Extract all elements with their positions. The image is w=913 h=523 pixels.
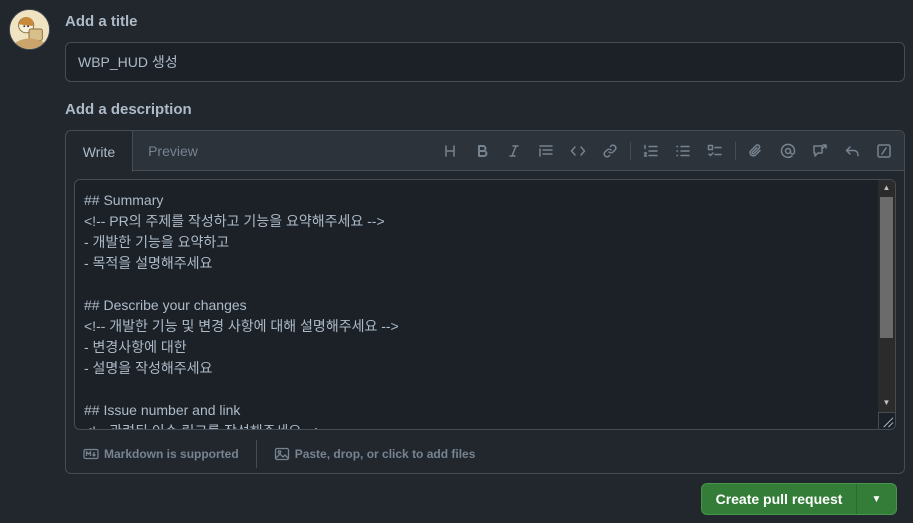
description-textarea[interactable]: ## Summary <!-- PR의 주제를 작성하고 기능을 요약해주세요 … <box>75 180 879 429</box>
italic-icon[interactable] <box>498 135 530 167</box>
quote-icon[interactable] <box>530 135 562 167</box>
editor-header: Write Preview <box>66 131 904 172</box>
editor-footer: Markdown is supported Paste, drop, or cl… <box>66 435 904 473</box>
markdown-icon <box>83 448 99 460</box>
title-label: Add a title <box>65 13 138 30</box>
scroll-thumb[interactable] <box>880 197 893 338</box>
tab-preview[interactable]: Preview <box>133 131 213 171</box>
toolbar-divider <box>735 142 736 160</box>
description-textarea-wrapper: ## Summary <!-- PR의 주제를 작성하고 기능을 요약해주세요 … <box>74 179 896 430</box>
textarea-scrollbar[interactable]: ▲ ▼ <box>878 180 895 429</box>
markdown-supported-link[interactable]: Markdown is supported <box>66 446 256 462</box>
link-icon[interactable] <box>594 135 626 167</box>
toolbar-divider <box>630 142 631 160</box>
resize-handle-icon[interactable] <box>878 412 895 429</box>
scroll-down-arrow-icon[interactable]: ▼ <box>878 395 895 410</box>
create-pull-request-button-group: Create pull request ▼ <box>701 483 897 515</box>
create-pull-request-button[interactable]: Create pull request <box>702 484 856 514</box>
markdown-toolbar <box>434 131 900 171</box>
code-icon[interactable] <box>562 135 594 167</box>
attach-files-button[interactable]: Paste, drop, or click to add files <box>257 446 493 462</box>
task-list-icon[interactable] <box>699 135 731 167</box>
image-icon <box>274 447 289 461</box>
attach-icon[interactable] <box>740 135 772 167</box>
description-label: Add a description <box>65 101 192 118</box>
mention-icon[interactable] <box>772 135 804 167</box>
numbered-list-icon[interactable] <box>635 135 667 167</box>
avatar-illustration-icon <box>10 10 49 49</box>
markdown-label: Markdown is supported <box>104 447 239 461</box>
heading-icon[interactable] <box>434 135 466 167</box>
description-editor: Write Preview ## Summary <!-- PR의 주제를 작성… <box>65 130 905 474</box>
unordered-list-icon[interactable] <box>667 135 699 167</box>
attach-files-label: Paste, drop, or click to add files <box>294 447 476 461</box>
avatar[interactable] <box>9 9 50 50</box>
cross-reference-icon[interactable] <box>804 135 836 167</box>
title-input[interactable] <box>65 42 905 82</box>
scroll-up-arrow-icon[interactable]: ▲ <box>878 180 895 195</box>
reply-icon[interactable] <box>836 135 868 167</box>
slash-command-icon[interactable] <box>868 135 900 167</box>
bold-icon[interactable] <box>466 135 498 167</box>
tab-write[interactable]: Write <box>66 131 133 172</box>
chevron-down-icon[interactable]: ▼ <box>857 484 896 514</box>
